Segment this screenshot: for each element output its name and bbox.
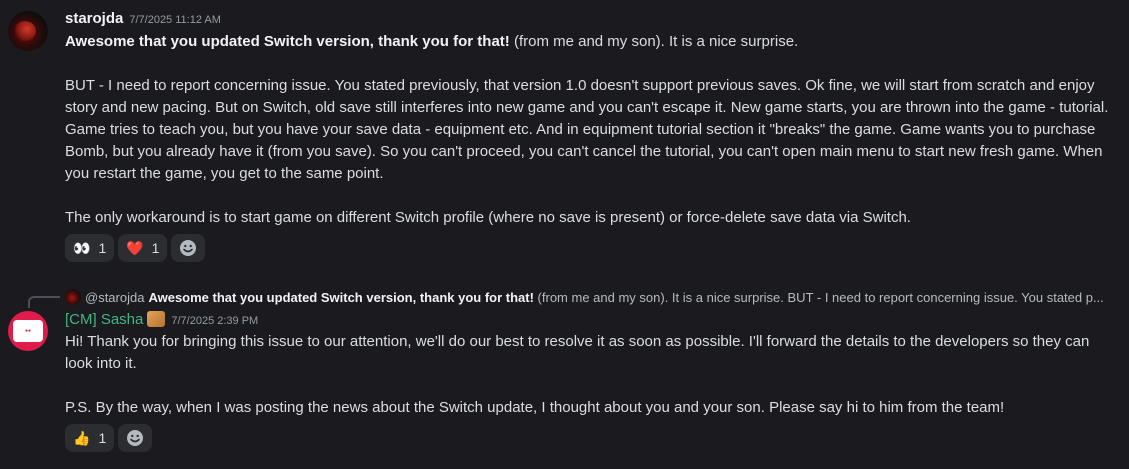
reaction-count: 1	[98, 240, 107, 256]
role-badge-icon[interactable]	[147, 311, 166, 327]
reply-avatar	[65, 289, 81, 305]
message-line: Awesome that you updated Switch version,…	[65, 31, 1120, 53]
reply-text: Awesome that you updated Switch version,…	[148, 290, 1103, 305]
reaction-heart[interactable]: ❤️ 1	[118, 234, 168, 262]
author-name[interactable]: starojda	[65, 10, 123, 27]
studio-logo: ●●	[13, 320, 43, 342]
reaction-thumbs-up[interactable]: 👍 1	[65, 424, 115, 452]
avatar-starojda[interactable]	[8, 11, 48, 51]
add-reaction-button[interactable]	[171, 234, 206, 262]
plain-text: (from me and my son). It is a nice surpr…	[509, 33, 799, 50]
reply-preview[interactable]: @starojda Awesome that you updated Switc…	[65, 289, 1120, 305]
message-paragraph: Hi! Thank you for bringing this issue to…	[65, 333, 1090, 372]
timestamp[interactable]: 7/7/2025 11:12 AM	[129, 14, 221, 26]
smiley-icon	[127, 430, 144, 446]
reaction-bar: 👀 1 ❤️ 1	[65, 234, 206, 262]
message-paragraph: BUT - I need to report concerning issue.…	[65, 77, 1109, 182]
reaction-bar: 👍 1	[65, 424, 153, 452]
message-paragraph: The only workaround is to start game on …	[65, 209, 911, 226]
eyes-icon: 👀	[73, 239, 91, 256]
add-reaction-button[interactable]	[118, 424, 153, 452]
message-header: starojda 7/7/2025 11:12 AM	[65, 10, 221, 28]
reaction-count: 1	[98, 430, 107, 446]
author-name[interactable]: [CM] Sasha	[65, 311, 143, 328]
reaction-count: 1	[151, 240, 160, 256]
heart-icon: ❤️	[126, 239, 144, 256]
avatar-cm-sasha[interactable]: ●●	[8, 311, 48, 351]
message-content: Hi! Thank you for bringing this issue to…	[65, 331, 1120, 419]
message-content: Awesome that you updated Switch version,…	[65, 31, 1120, 229]
reply-rest-text: (from me and my son). It is a nice surpr…	[533, 289, 1104, 305]
reply-connector	[28, 296, 60, 308]
reaction-eyes[interactable]: 👀 1	[65, 234, 115, 262]
message-header: [CM] Sasha 7/7/2025 2:39 PM	[65, 311, 258, 329]
message-paragraph: P.S. By the way, when I was posting the …	[65, 399, 1005, 416]
reply-bold-text: Awesome that you updated Switch version,…	[148, 289, 534, 305]
smiley-icon	[180, 240, 197, 256]
bold-text: Awesome that you updated Switch version,…	[65, 33, 510, 50]
thumbs-up-icon: 👍	[73, 429, 91, 446]
timestamp[interactable]: 7/7/2025 2:39 PM	[171, 315, 258, 327]
reply-mention[interactable]: @starojda	[85, 290, 144, 305]
